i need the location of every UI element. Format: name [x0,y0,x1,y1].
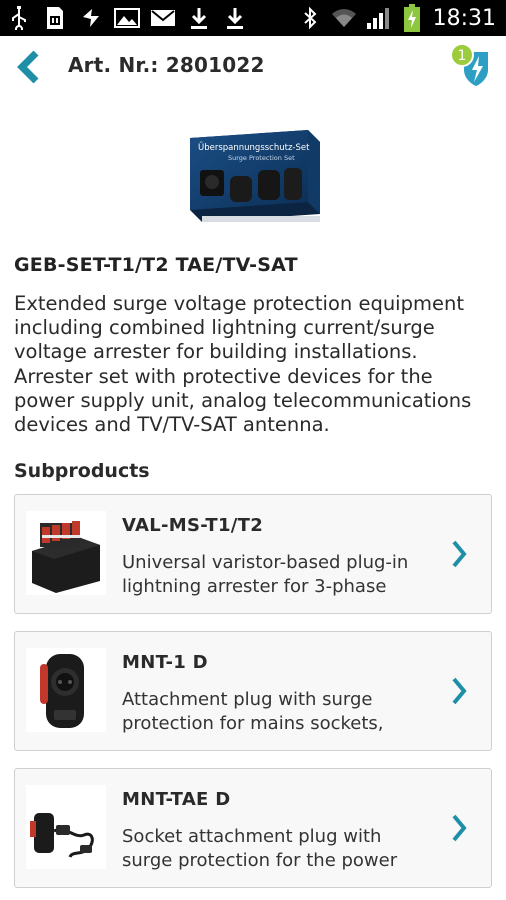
signal-icon [365,5,391,31]
system-icons: 18:31 [297,0,496,36]
subproduct-desc-line: lightning arrester for 3-phase [122,576,387,597]
page-title: Art. Nr.: 2801022 [68,53,265,77]
subproducts-heading: Subproducts [14,460,150,482]
status-bar: 18:31 [0,0,506,36]
back-button[interactable] [12,50,46,84]
description-line: voltage arrester for building installati… [14,340,418,364]
subproduct-name: MNT-1 D [122,652,208,673]
subproduct-desc-line: Attachment plug with surge [122,689,373,710]
sim-card-icon [42,5,68,31]
description-line: power supply unit, analog telecommunicat… [14,388,472,412]
clock: 18:31 [432,5,496,31]
description-line: Extended surge voltage protection equipm… [14,292,464,315]
subproduct-name: VAL-MS-T1/T2 [122,515,264,536]
subproduct-card[interactable]: VAL-MS-T1/T2 Universal varistor-based pl… [14,494,492,614]
subproduct-desc-line: surge protection for the power [122,850,398,871]
subproduct-desc-line: protection for mains sockets, [122,713,384,734]
shield-lightning-icon: 1 [450,43,488,86]
description-line: Arrester set with protective devices for… [14,364,433,388]
wifi-icon [331,5,357,31]
battery-charging-icon [399,4,425,32]
subproduct-desc-line: Universal varistor-based plug-in [122,552,409,573]
product-description: Extended surge voltage protection equipm… [14,292,498,437]
chevron-right-icon [449,676,469,706]
download-icon [186,5,212,31]
subproduct-name: MNT-TAE D [122,789,231,810]
chevron-left-icon [17,51,39,83]
box-label: Überspannungsschutz-Set [198,142,310,153]
sync-icon [78,5,104,31]
subproduct-thumbnail [26,785,106,869]
subproduct-description: Universal varistor-based plug-in lightni… [122,551,452,599]
subproduct-description: Socket attachment plug with surge protec… [122,825,452,873]
download-icon [222,5,248,31]
subproduct-thumbnail [26,511,106,595]
app-header: Art. Nr.: 2801022 1 [0,36,506,98]
subproduct-desc-line: Socket attachment plug with [122,826,382,847]
chevron-right-icon [449,813,469,843]
bluetooth-icon [297,5,323,31]
notification-icons [6,4,248,32]
subproduct-thumbnail [26,648,106,732]
notification-badge-count: 1 [458,48,467,64]
product-detail: Überspannungsschutz-Set Surge Protection… [0,98,506,900]
subproduct-description: Attachment plug with surge protection fo… [122,688,452,736]
mail-icon [150,5,176,31]
usb-icon [6,5,32,31]
product-image: Überspannungsschutz-Set Surge Protection… [188,118,324,228]
description-line: including combined lightning current/sur… [14,316,435,340]
notification-logo[interactable]: 1 [448,42,494,88]
gallery-icon [114,5,140,31]
product-name: GEB-SET-T1/T2 TAE/TV-SAT [14,254,298,276]
description-line: devices and TV/TV-SAT antenna. [14,413,330,437]
subproduct-card[interactable]: MNT-1 D Attachment plug with surge prote… [14,631,492,751]
chevron-right-icon [449,539,469,569]
subproduct-card[interactable]: MNT-TAE D Socket attachment plug with su… [14,768,492,888]
box-sublabel: Surge Protection Set [228,154,295,162]
